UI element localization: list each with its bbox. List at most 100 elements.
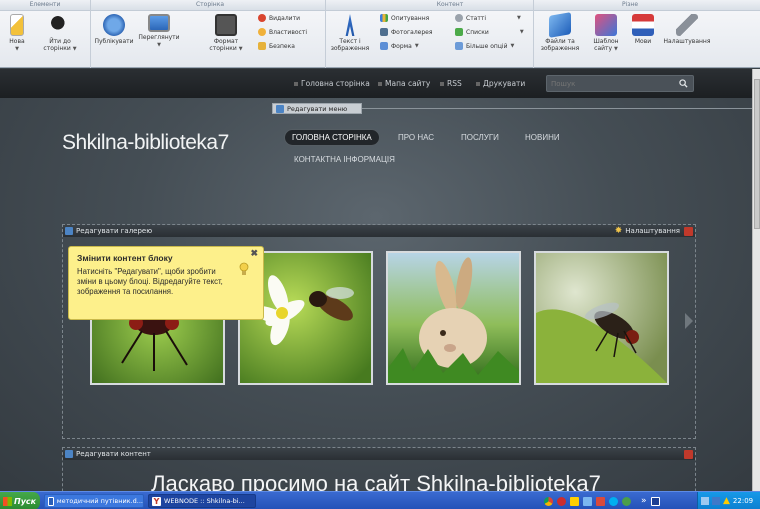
tray-shield-icon[interactable] xyxy=(596,496,605,506)
tray-yandex-icon[interactable] xyxy=(570,496,579,506)
gallery-photo-rabbit[interactable] xyxy=(386,251,521,385)
tray-opera-icon[interactable] xyxy=(557,496,566,506)
start-button[interactable]: Пуск xyxy=(0,492,40,509)
lock-icon xyxy=(258,42,266,50)
bullet-icon xyxy=(440,81,444,86)
group-label-misc: Різне xyxy=(621,1,639,8)
group-label-elements: Елементи xyxy=(29,1,61,8)
publish-globe-icon xyxy=(103,14,125,36)
pencil-icon xyxy=(276,104,284,113)
site-title[interactable]: Shkilna-biblioteka7 xyxy=(62,131,229,155)
more-options-button[interactable]: Більше опцій ▼ xyxy=(455,42,514,50)
search-icon[interactable] xyxy=(679,79,688,88)
publish-button[interactable]: Публікувати xyxy=(94,14,134,45)
preview-button[interactable]: Переглянути ▼ xyxy=(138,14,180,49)
tray-globe-icon[interactable] xyxy=(622,496,631,506)
welcome-heading: Ласкаво просимо на сайт Shkilna-bibliote… xyxy=(151,471,601,491)
taskbar: Пуск методичний путівник.d... Y WEBNODE … xyxy=(0,491,760,509)
edit-menu-button[interactable]: Редагувати меню xyxy=(272,103,362,114)
new-page-icon xyxy=(10,14,24,36)
layout-icon xyxy=(215,14,237,36)
form-icon xyxy=(380,42,388,50)
tray-keyboard-icon[interactable] xyxy=(650,496,660,506)
lists-button[interactable]: Списки ▼ xyxy=(455,28,524,36)
page-format-button[interactable]: Формат сторінки ▼ xyxy=(205,14,247,53)
notification-area: ▲ 22:09 xyxy=(697,492,760,509)
tray-expand[interactable]: » xyxy=(641,496,647,506)
windows-logo-icon xyxy=(3,496,12,506)
tray-chrome-icon[interactable] xyxy=(544,496,553,506)
poll-chart-icon xyxy=(380,14,388,22)
site-template-button[interactable]: Шаблон сайту ▼ xyxy=(588,14,624,53)
edit-menu-divider xyxy=(362,108,752,109)
nav-home[interactable]: ГОЛОВНА СТОРІНКА xyxy=(284,129,380,146)
scrollbar-thumb[interactable] xyxy=(754,79,760,229)
files-icon xyxy=(549,12,571,38)
monitor-icon xyxy=(148,14,170,32)
toplink-print[interactable]: Друкувати xyxy=(476,79,525,88)
delete-icon xyxy=(258,14,266,22)
text-images-button[interactable]: Текст і зображення xyxy=(330,14,370,52)
site-top-bar: Головна сторінка Мапа сайту RSS Друкуват… xyxy=(0,69,752,98)
delete-button[interactable]: Видалити xyxy=(258,14,300,22)
security-button[interactable]: Безпека xyxy=(258,42,295,50)
more-options-icon xyxy=(455,42,463,50)
task-browser-webnode[interactable]: Y WEBNODE :: Shkilna-bi... xyxy=(148,494,256,508)
ribbon-separator xyxy=(90,0,91,68)
files-images-button[interactable]: Файли та зображення xyxy=(537,12,583,52)
form-button[interactable]: Форма ▼ xyxy=(380,42,419,50)
nav-services[interactable]: ПОСЛУГИ xyxy=(461,133,499,142)
lightbulb-icon xyxy=(239,262,249,275)
gear-icon: ✸ xyxy=(614,226,623,236)
content-block-bar: Редагувати контент xyxy=(63,448,695,460)
nav-news[interactable]: НОВИНИ xyxy=(525,133,560,142)
polls-button[interactable]: Опитування xyxy=(380,14,429,22)
toplink-rss[interactable]: RSS xyxy=(440,79,462,88)
edit-content-button[interactable]: Редагувати контент xyxy=(65,450,151,458)
properties-icon xyxy=(258,28,266,36)
ribbon-group-bar: Елементи Сторінка Контент Різне xyxy=(0,0,760,11)
template-icon xyxy=(595,14,617,36)
editor-ribbon: Елементи Сторінка Контент Різне Нова ▼ Йт… xyxy=(0,0,760,68)
tooltip-close-icon[interactable]: ✖ xyxy=(250,248,258,259)
footprints-icon xyxy=(49,14,71,36)
languages-button[interactable]: Мови xyxy=(630,14,656,45)
nav-about[interactable]: ПРО НАС xyxy=(398,133,434,142)
gallery-settings-button[interactable]: ✸ Налаштування xyxy=(615,226,680,236)
close-icon[interactable] xyxy=(684,226,693,236)
new-button[interactable]: Нова ▼ xyxy=(4,14,30,53)
gallery-block-bar: Редагувати галерею ✸ Налаштування xyxy=(63,225,695,237)
wrench-icon xyxy=(676,14,698,36)
gallery-next-arrow[interactable] xyxy=(685,313,693,329)
search-input[interactable] xyxy=(551,78,671,90)
vertical-scrollbar[interactable] xyxy=(752,69,760,491)
task-word-document[interactable]: методичний путівник.d... xyxy=(44,494,144,508)
flags-icon xyxy=(632,14,654,36)
edit-gallery-button[interactable]: Редагувати галерею xyxy=(65,227,152,235)
lists-icon xyxy=(455,28,463,36)
pencil-icon xyxy=(65,450,73,458)
network-icon[interactable] xyxy=(701,497,709,505)
settings-button[interactable]: Налаштування xyxy=(662,14,712,45)
clock[interactable]: 22:09 xyxy=(733,497,753,505)
tray-app-icon[interactable] xyxy=(583,496,592,506)
ribbon-separator xyxy=(325,0,326,68)
nav-contact[interactable]: КОНТАКТНА ІНФОРМАЦІЯ xyxy=(294,155,395,164)
toplink-home[interactable]: Головна сторінка xyxy=(294,79,370,88)
close-icon[interactable] xyxy=(684,449,693,459)
properties-button[interactable]: Властивості xyxy=(258,28,307,36)
warning-icon[interactable]: ▲ xyxy=(723,496,730,506)
tray-skype-icon[interactable] xyxy=(609,496,618,506)
photo-icon xyxy=(380,28,388,36)
word-icon xyxy=(48,496,54,506)
bullet-icon xyxy=(476,81,480,86)
goto-page-button[interactable]: Йти до сторінки ▼ xyxy=(36,14,84,53)
toplink-sitemap[interactable]: Мапа сайту xyxy=(378,79,430,88)
volume-icon[interactable] xyxy=(712,497,720,505)
pencil-icon xyxy=(65,227,73,235)
photogallery-button[interactable]: Фотогалерея xyxy=(380,28,432,36)
bullet-icon xyxy=(294,81,298,86)
text-a-icon xyxy=(345,14,355,36)
gallery-photo-fly[interactable] xyxy=(534,251,669,385)
articles-button[interactable]: Статті ▼ xyxy=(455,14,521,22)
